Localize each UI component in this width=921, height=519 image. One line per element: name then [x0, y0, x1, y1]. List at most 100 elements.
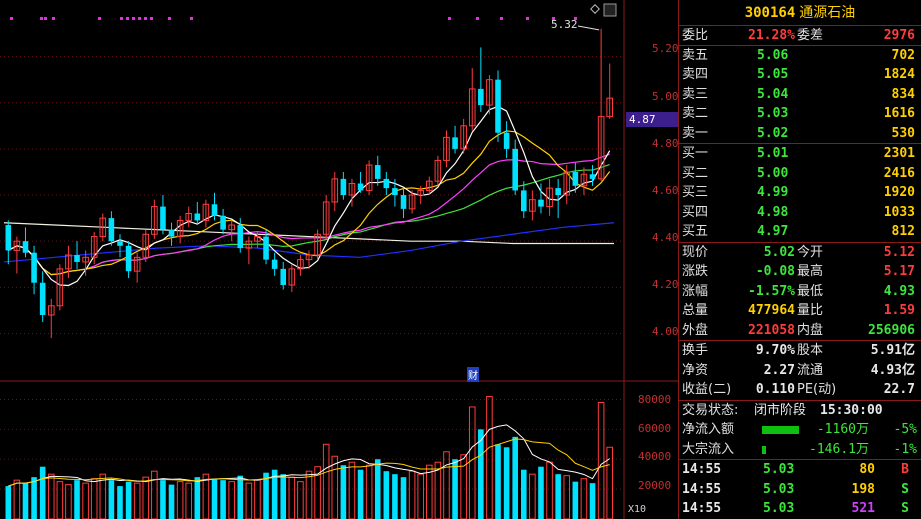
finance-marker[interactable]: 财 — [467, 367, 479, 382]
bid-row[interactable]: 买二 5.00 2416 — [679, 164, 921, 184]
ask-row[interactable]: 卖二 5.03 1616 — [679, 104, 921, 124]
candle-body — [125, 245, 132, 272]
tick-row[interactable]: 14:55 5.03 80 B — [679, 460, 921, 480]
bid-volume: 2301 — [883, 146, 915, 161]
flow-value: -146.1万 — [809, 441, 869, 457]
bid-row[interactable]: 买一 5.01 2301 — [679, 144, 921, 164]
volume-tick: 40000 — [638, 450, 672, 463]
candle-body — [39, 282, 46, 316]
volume-bar — [529, 473, 536, 519]
bid-price: 4.98 — [757, 204, 789, 220]
tick-volume: 80 — [859, 462, 875, 477]
bid-row[interactable]: 买三 4.99 1920 — [679, 183, 921, 203]
price-tick: 5.20 — [652, 42, 679, 55]
volume-bar — [495, 444, 501, 519]
bid-label: 买五 — [682, 224, 709, 239]
fundamental-row: 换手 9.70% 股本 5.91亿 — [679, 341, 921, 361]
ask-label: 卖一 — [682, 125, 709, 141]
volume-bar — [13, 479, 21, 519]
bid-price: 5.01 — [757, 146, 789, 161]
candle-body — [160, 206, 166, 230]
volume-bar — [340, 465, 347, 519]
candle-body — [237, 225, 244, 249]
tick-row[interactable]: 14:55 5.03 521 S — [679, 499, 921, 519]
ask-row[interactable]: 卖一 5.02 530 — [679, 124, 921, 144]
volume-bar — [589, 483, 596, 519]
event-marker — [144, 17, 147, 20]
tick-side: B — [901, 462, 909, 477]
volume-bar — [125, 481, 132, 519]
fundamental-label: 换手 — [682, 343, 709, 358]
volume-bar — [357, 469, 364, 519]
bid-row[interactable]: 买五 4.97 812 — [679, 222, 921, 242]
volume-bar — [22, 483, 29, 519]
volume-bar — [160, 480, 166, 519]
quote-panel: 300164 通源石油 委比 21.28% 委差 2976 卖五 5.06 702 卖… — [678, 0, 921, 519]
volume-bar — [263, 472, 269, 519]
volume-bar — [117, 486, 123, 519]
stock-title[interactable]: 300164 通源石油 — [679, 0, 921, 26]
volume-bar — [417, 473, 424, 519]
stat-row: 涨跌 -0.08 最高 5.17 — [679, 262, 921, 282]
ask-book: 卖五 5.06 702 卖四 5.05 1824 卖三 5.04 834 卖二 5.03 161… — [679, 46, 921, 144]
candle-body — [263, 236, 269, 260]
fundamental-row: 净资 2.27 流通 4.93亿 — [679, 361, 921, 381]
event-marker — [126, 17, 129, 20]
candle-body — [512, 148, 518, 191]
volume-bar — [194, 477, 201, 519]
price-tick: 4.60 — [652, 184, 679, 197]
kline-chart-area[interactable]: 5.32 4.87 财 5.20 5.00 4.80 4.60 4.40 4.2… — [0, 0, 679, 519]
ask-volume: 1616 — [883, 106, 915, 121]
stat-label: 今开 — [797, 244, 824, 260]
candle-body — [31, 252, 37, 283]
stat-value: 5.12 — [883, 244, 915, 260]
flow-row: 净流入额 -1160万 -5% — [679, 420, 921, 440]
ask-volume: 1824 — [883, 67, 915, 82]
ask-row[interactable]: 卖四 5.05 1824 — [679, 65, 921, 85]
bid-price: 5.00 — [757, 165, 789, 181]
tick-list[interactable]: 14:55 5.03 80 B 14:55 5.03 198 S 14:55 5.03 521 S — [679, 460, 921, 519]
volume-bar — [305, 470, 313, 519]
stat-value: 5.02 — [763, 244, 795, 260]
stock-name: 通源石油 — [799, 5, 856, 21]
kline-chart[interactable] — [0, 0, 678, 519]
event-marker — [52, 17, 55, 20]
volume-tick: 80000 — [638, 393, 672, 406]
volume-tick: 60000 — [638, 422, 672, 435]
weicha-value: 2976 — [883, 28, 915, 43]
volume-bar — [546, 461, 553, 519]
tick-time: 14:55 — [682, 462, 722, 477]
volume-bar — [348, 461, 356, 519]
ask-price: 5.06 — [757, 47, 789, 63]
candle-body — [374, 165, 381, 179]
volume-bar — [82, 482, 89, 519]
fundamental-row: 收益(二) 0.110 PE(动) 22.7 — [679, 380, 921, 400]
peak-price-label: 5.32 — [551, 18, 578, 31]
ask-price: 5.03 — [757, 106, 789, 121]
bid-volume: 2416 — [883, 165, 915, 181]
fundamental-label: 股本 — [797, 343, 824, 358]
tick-row[interactable]: 14:55 5.03 198 S — [679, 480, 921, 500]
tick-price: 5.03 — [763, 462, 795, 477]
bid-row[interactable]: 买四 4.98 1033 — [679, 203, 921, 223]
ask-row[interactable]: 卖三 5.04 834 — [679, 85, 921, 105]
volume-bar — [468, 406, 476, 519]
weibi-label: 委比 — [682, 28, 709, 43]
ask-label: 卖五 — [682, 47, 709, 63]
candle-body — [538, 199, 544, 207]
volume-bar — [5, 486, 12, 519]
candle-body — [392, 188, 398, 196]
stat-label: 最高 — [797, 264, 824, 279]
money-flows: 净流入额 -1160万 -5% 大宗流入 -146.1万 -1% — [679, 420, 921, 460]
volume-ma10-line — [8, 438, 610, 487]
stat-label: 内盘 — [797, 322, 824, 338]
tick-price: 5.03 — [763, 481, 795, 497]
volume-multiplier: X10 — [628, 504, 647, 515]
tick-price: 5.03 — [763, 501, 795, 516]
ask-row[interactable]: 卖五 5.06 702 — [679, 46, 921, 66]
bid-volume: 1920 — [883, 185, 915, 200]
stat-label: 外盘 — [682, 322, 709, 338]
tick-volume: 198 — [851, 481, 875, 497]
bid-label: 买三 — [682, 185, 709, 200]
volume-bar — [383, 471, 390, 519]
